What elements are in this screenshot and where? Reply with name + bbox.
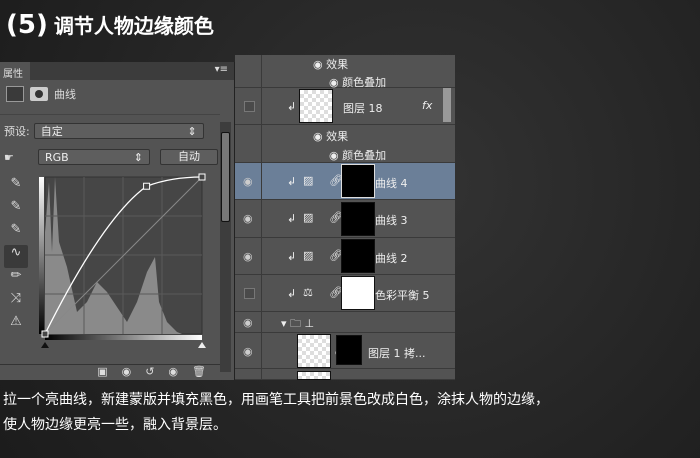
view-previous-icon[interactable]: ◉: [122, 365, 132, 380]
eyedropper-gray-icon[interactable]: ✎: [4, 199, 28, 222]
step-heading: 调节人物边缘颜色: [53, 14, 214, 38]
mask-thumbnail[interactable]: [341, 164, 375, 198]
fx-icon[interactable]: fx: [422, 99, 432, 112]
preset-label: 预设:: [4, 125, 30, 138]
curves-graph[interactable]: [37, 172, 207, 352]
adjustment-type: 曲线: [54, 88, 76, 101]
curve-point-tool-icon[interactable]: ∿: [4, 245, 28, 268]
curve-point[interactable]: [41, 330, 49, 338]
layer-row[interactable]: ↲ 图层 18 fx: [235, 88, 455, 125]
curve-point[interactable]: [143, 182, 151, 190]
hand-tool-icon[interactable]: ☛: [4, 151, 34, 164]
visibility-icon[interactable]: ◉: [168, 365, 178, 380]
mask-icon[interactable]: [30, 87, 48, 101]
smooth-icon[interactable]: ⤨: [4, 291, 28, 314]
group-row[interactable]: ◉ ▾ 🗀 ⊥: [235, 312, 455, 333]
clip-to-layer-icon[interactable]: ▣: [97, 365, 107, 380]
curves-icon: ▨: [303, 174, 314, 187]
step-number: (5): [6, 10, 48, 40]
curves-icon[interactable]: [6, 86, 24, 102]
effect-row[interactable]: ◉ 效果 ◉ 颜色叠加: [235, 125, 455, 163]
eye-icon[interactable]: ◉: [243, 250, 257, 263]
panel-menu-icon[interactable]: ▾≡: [215, 64, 228, 75]
caption: 拉一个亮曲线，新建蒙版并填充黑色，用画笔工具把前景色改成白色，涂抹人物的边缘，使…: [3, 392, 549, 433]
layer-row-curves-3[interactable]: ◉ ↲ ▨ 🔗︎ 曲线 3: [235, 200, 455, 238]
layer-row-curves-2[interactable]: ◉ ↲ ▨ 🔗︎ 曲线 2: [235, 238, 455, 275]
balance-icon: ⚖: [303, 286, 313, 299]
clipping-warning-icon[interactable]: ⚠: [4, 314, 28, 337]
layer-row-curves-4[interactable]: ◉ ↲ ▨ 🔗︎ 曲线 4: [235, 163, 455, 200]
black-point-slider: [41, 342, 49, 348]
step-title: (5) 调节人物边缘颜色: [6, 10, 214, 40]
curve-point[interactable]: [198, 173, 206, 181]
mask-thumbnail[interactable]: [341, 202, 375, 236]
channel-select[interactable]: RGB ⇕: [38, 149, 150, 165]
preset-select[interactable]: 自定 ⇕: [33, 123, 204, 139]
layers-scrollbar[interactable]: [443, 88, 451, 122]
eye-icon[interactable]: ◉: [243, 175, 257, 188]
properties-panel: 属性 ▾≡ 曲线 预设: 自定 ⇕ ☛ RGB ⇕ 自动 ✎ ✎ ✎ ∿ ✏ ⤨ ⚠ ▣ ◉ ↺…: [0, 62, 235, 380]
visibility-toggle[interactable]: [244, 101, 255, 112]
pencil-icon[interactable]: ✏: [4, 268, 28, 291]
delete-icon[interactable]: 🗑: [192, 365, 206, 380]
mask-thumbnail[interactable]: [336, 335, 362, 365]
layers-panel: ◉ 效果 ◉ 颜色叠加 ↲ 图层 18 fx ◉ 效果 ◉ 颜色叠加 ◉ ↲ ▨ 🔗︎ 曲线 4…: [235, 55, 455, 380]
mask-thumbnail[interactable]: [341, 276, 375, 310]
reset-icon[interactable]: ↺: [145, 365, 154, 380]
tab-properties[interactable]: 属性: [0, 62, 30, 80]
mask-thumbnail[interactable]: [341, 239, 375, 273]
panel-scrollbar[interactable]: [220, 122, 231, 372]
eye-icon[interactable]: ◉: [243, 212, 257, 225]
auto-button[interactable]: 自动: [160, 149, 218, 165]
eye-icon[interactable]: ◉: [243, 345, 257, 358]
layer-row-color-balance[interactable]: ↲ ⚖ 🔗︎ 色彩平衡 5: [235, 275, 455, 312]
eyedropper-white-icon[interactable]: ✎: [4, 222, 28, 245]
visibility-toggle[interactable]: [244, 288, 255, 299]
layer-row-layer1-copy[interactable]: ◉🔗︎图层 1 拷...: [235, 333, 455, 369]
layer-thumbnail: [297, 334, 331, 368]
layer-thumbnail: [299, 89, 333, 123]
eyedropper-black-icon[interactable]: ✎: [4, 176, 28, 199]
folder-icon: ▾ 🗀 ⊥: [281, 317, 315, 330]
white-point-slider: [198, 342, 206, 348]
effect-row[interactable]: ◉ 效果 ◉ 颜色叠加: [235, 55, 455, 89]
eye-icon[interactable]: ◉: [243, 316, 257, 329]
